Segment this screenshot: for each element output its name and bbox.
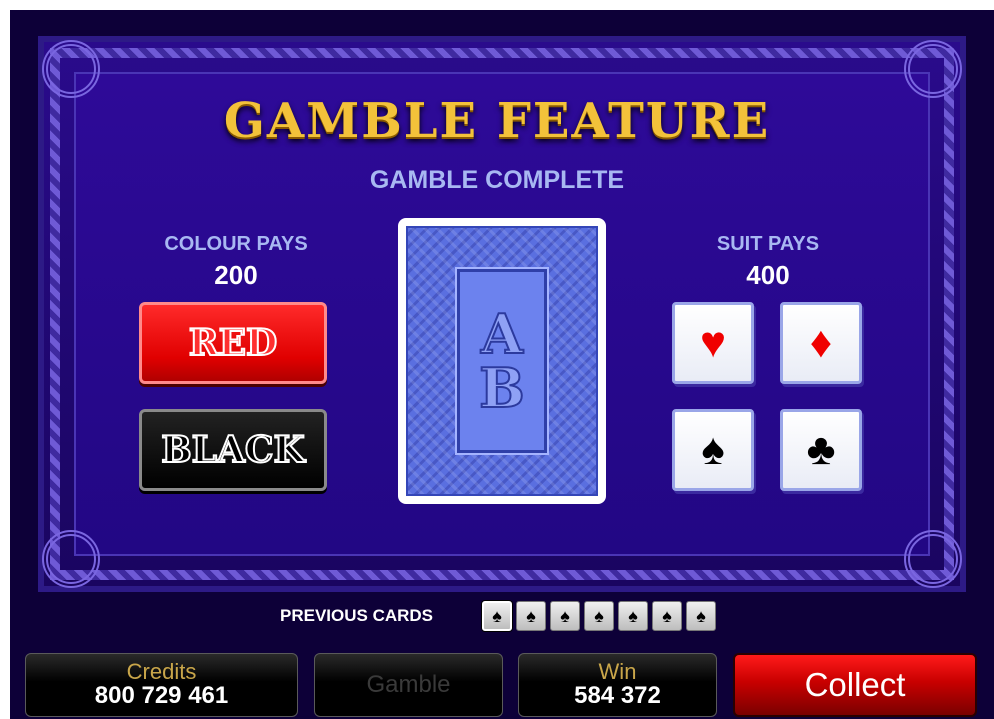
- card-back-monogram: A B: [455, 267, 549, 455]
- red-button-label: RED: [188, 321, 279, 365]
- suit-pays-value: 400: [746, 260, 790, 290]
- gamble-button-label: Gamble: [366, 671, 451, 699]
- previous-card: ♠: [584, 601, 614, 631]
- celtic-knot-icon: [904, 40, 962, 98]
- diamond-icon: ♦: [809, 318, 833, 367]
- spade-icon: ♠: [560, 605, 570, 626]
- previous-card: ♠: [550, 601, 580, 631]
- win-panel: Win 584 372: [518, 653, 717, 717]
- gamble-status: GAMBLE COMPLETE: [369, 166, 625, 194]
- spade-icon: ♠: [492, 605, 502, 626]
- spade-icon: ♠: [628, 605, 638, 626]
- face-down-card: A B: [398, 218, 606, 504]
- collect-button-label: Collect: [804, 666, 906, 703]
- previous-card: ♠: [516, 601, 546, 631]
- monogram-top: A: [480, 302, 524, 366]
- spade-icon: ♠: [594, 605, 604, 626]
- club-icon: ♣: [806, 425, 836, 474]
- spade-icon: ♠: [696, 605, 706, 626]
- suit-pays-label: SUIT PAYS: [716, 233, 820, 255]
- black-button-label: BLACK: [160, 428, 306, 472]
- red-button[interactable]: RED: [139, 302, 327, 384]
- previous-cards-label: PREVIOUS CARDS: [280, 606, 434, 625]
- spade-icon: ♠: [662, 605, 672, 626]
- win-label: Win: [598, 659, 637, 685]
- gamble-title: GAMBLE FEATURE: [223, 93, 771, 149]
- gamble-button[interactable]: Gamble: [314, 653, 503, 717]
- credits-label: Credits: [126, 659, 197, 685]
- celtic-knot-icon: [904, 530, 962, 588]
- card-back: A B: [406, 226, 598, 496]
- celtic-knot-icon: [42, 530, 100, 588]
- previous-cards-strip: ♠ ♠ ♠ ♠ ♠ ♠ ♠: [482, 601, 716, 631]
- diamond-button[interactable]: ♦: [780, 302, 862, 384]
- credits-panel: Credits 800 729 461: [25, 653, 298, 717]
- spade-button[interactable]: ♠: [672, 409, 754, 491]
- celtic-knot-icon: [42, 40, 100, 98]
- previous-card: ♠: [686, 601, 716, 631]
- win-value: 584 372: [574, 682, 661, 710]
- spade-icon: ♠: [526, 605, 536, 626]
- collect-button[interactable]: Collect: [733, 653, 977, 717]
- monogram-bottom: B: [478, 356, 526, 420]
- heart-button[interactable]: ♥: [672, 302, 754, 384]
- black-button[interactable]: BLACK: [139, 409, 327, 491]
- previous-card: ♠: [618, 601, 648, 631]
- previous-card: ♠: [652, 601, 682, 631]
- heart-icon: ♥: [699, 318, 727, 367]
- colour-pays-value: 200: [214, 260, 258, 290]
- previous-card: ♠: [482, 601, 512, 631]
- spade-icon: ♠: [701, 425, 725, 474]
- club-button[interactable]: ♣: [780, 409, 862, 491]
- colour-pays-label: COLOUR PAYS: [164, 233, 308, 255]
- credits-value: 800 729 461: [94, 682, 229, 710]
